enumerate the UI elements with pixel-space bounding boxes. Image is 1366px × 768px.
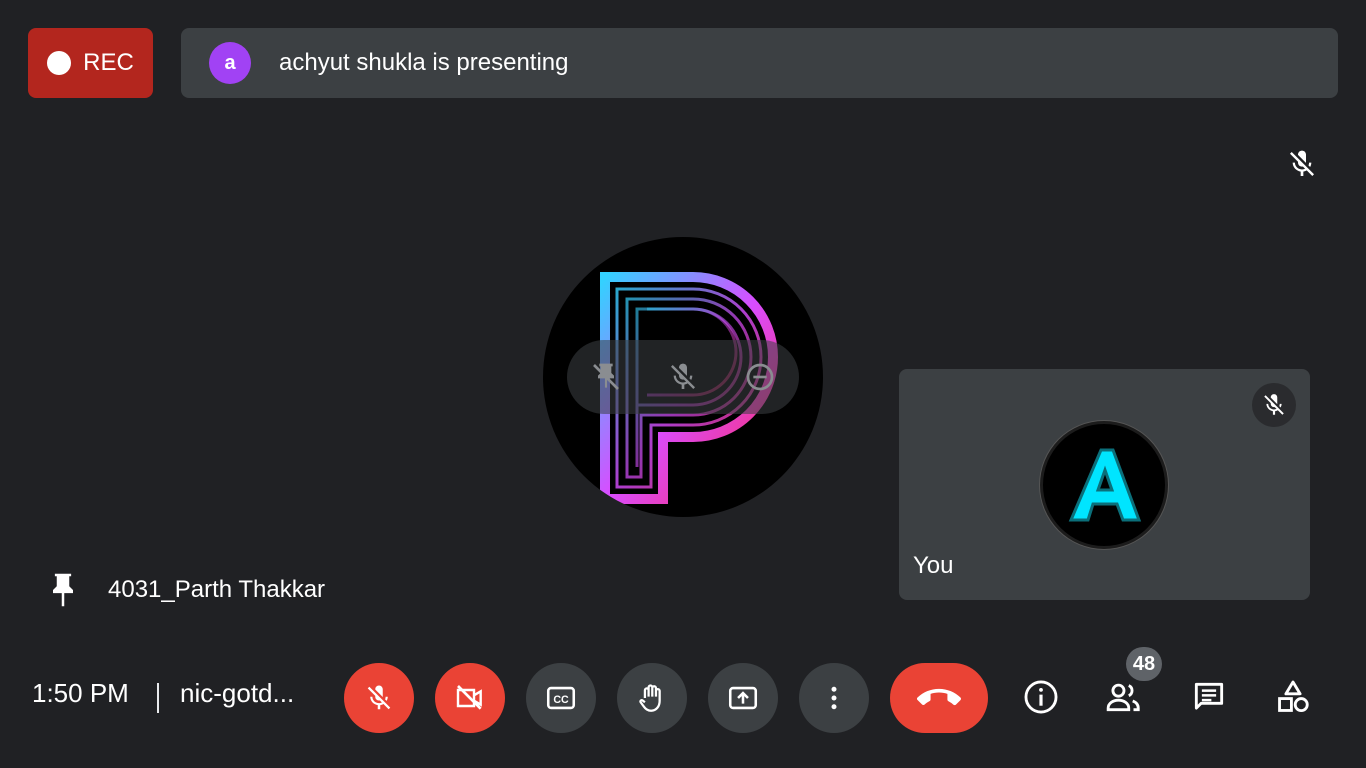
more-vert-icon <box>831 686 837 710</box>
captions-button[interactable]: CC <box>526 663 596 733</box>
tile-hover-controls <box>567 340 799 414</box>
divider <box>157 683 159 713</box>
mic-off-icon <box>367 685 391 710</box>
meeting-details-button[interactable] <box>1019 675 1063 719</box>
self-label: You <box>913 552 954 579</box>
activities-button[interactable] <box>1271 675 1315 719</box>
participant-name: 4031_Parth Thakkar <box>108 576 326 603</box>
svg-text:CC: CC <box>553 694 569 706</box>
leave-call-button[interactable] <box>890 663 988 733</box>
clock: 1:50 PM <box>32 678 129 708</box>
recording-indicator[interactable]: REC <box>28 28 153 98</box>
recording-label: REC <box>83 49 134 76</box>
pin-icon[interactable] <box>590 361 622 393</box>
record-dot-icon <box>47 51 72 75</box>
camera-button[interactable] <box>435 663 505 733</box>
call-end-icon <box>917 688 961 706</box>
present-icon <box>728 686 758 710</box>
mic-off-icon <box>1264 394 1284 415</box>
participants-count-badge: 48 <box>1126 647 1162 681</box>
presenting-text: achyut shukla is presenting <box>279 49 569 76</box>
chat-button[interactable] <box>1187 675 1231 719</box>
info-icon <box>1024 680 1058 714</box>
remove-participant-icon[interactable] <box>744 361 776 393</box>
pin-icon[interactable] <box>48 572 78 608</box>
videocam-off-icon <box>456 685 482 710</box>
present-button[interactable] <box>708 663 778 733</box>
meeting-code[interactable]: nic-gotd... <box>180 678 294 709</box>
neon-a-logo-icon <box>1068 448 1142 522</box>
self-tile[interactable]: You <box>899 369 1310 600</box>
self-mute-indicator <box>1252 383 1296 427</box>
raise-hand-button[interactable] <box>617 663 687 733</box>
microphone-button[interactable] <box>344 663 414 733</box>
presenter-avatar: a <box>209 42 251 84</box>
shapes-icon <box>1278 680 1309 713</box>
hand-icon <box>639 684 661 712</box>
presenting-banner: a achyut shukla is presenting <box>181 28 1338 98</box>
chat-icon <box>1194 682 1224 710</box>
people-icon <box>1106 683 1140 712</box>
more-options-button[interactable] <box>799 663 869 733</box>
mic-off-icon <box>1290 150 1314 176</box>
people-button[interactable] <box>1102 675 1146 719</box>
mute-participant-icon[interactable] <box>667 361 699 393</box>
pinned-participant: 4031_Parth Thakkar <box>48 570 325 610</box>
cc-icon: CC <box>546 686 576 710</box>
self-avatar <box>1043 424 1165 546</box>
